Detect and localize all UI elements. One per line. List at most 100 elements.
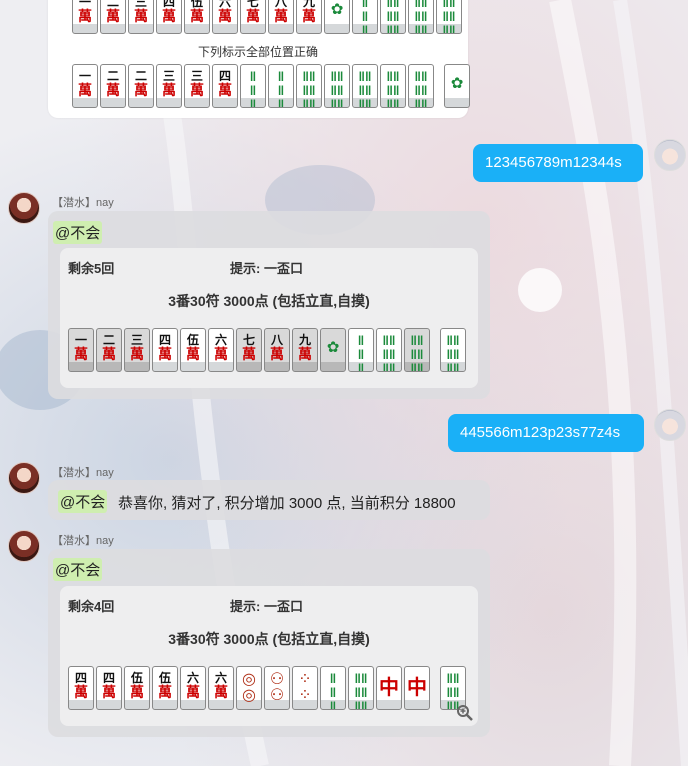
mahjong-tile: 一萬 [68,328,94,372]
tile-bamboo-icon: ‖ ‖ ‖ [277,69,285,108]
mahjong-result-card: 一萬二萬三萬四萬伍萬六萬七萬八萬九萬 ✿ ‖ ‖ ‖ ‖‖ ‖‖ ‖‖ ‖‖ ‖‖ ‖‖ ‖‖ ‖‖ ‖‖… [48,0,470,118]
tile-number: 二 [106,69,119,83]
game-panel: 剩余4回 提示: 一盃口 3番30符 3000点 (包括立直,自摸) 四萬四萬伍… [60,586,478,726]
mahjong-tile: ‖‖ ‖‖ ‖‖ [296,64,322,108]
tile-suit: 萬 [106,9,120,25]
tile-number: 伍 [186,333,199,347]
tile-bird-icon: ✿ [330,1,344,18]
my-message-bubble[interactable]: 123456789m12344s [473,144,643,182]
tile-number: 三 [130,333,143,347]
tile-suit: 萬 [274,9,288,25]
mahjong-tile: 三萬 [184,64,210,108]
mahjong-tile: 六萬 [208,328,234,372]
tile-suit: 萬 [214,347,228,363]
bot-avatar[interactable] [8,462,40,494]
tile-bamboo-icon: ‖‖ ‖‖ ‖‖ [414,0,428,34]
my-avatar[interactable] [654,139,686,171]
mahjong-tile: 四萬 [68,666,94,710]
tile-bamboo-icon: ‖ ‖ ‖ [329,671,337,710]
bot-message-bubble: @不会 恭喜你, 猜对了, 积分增加 3000 点, 当前积分 18800 [48,480,490,520]
tile-suit: 萬 [218,9,232,25]
tile-bamboo-icon: ‖ ‖ ‖ [357,333,365,372]
tile-bamboo-icon: ‖‖ ‖‖ ‖‖ [358,69,372,108]
hand-tiles: 四萬四萬伍萬伍萬六萬六萬 ◎ ◎ ⚇ ⚇ ⁘ ⁘ ‖ ‖ ‖ ‖‖ ‖‖ ‖‖ 中中 ‖‖ ‖‖ ‖‖ [68,666,468,710]
tile-suit: 萬 [78,9,92,25]
tile-bamboo-icon: ‖‖ ‖‖ ‖‖ [386,69,400,108]
mention-tag[interactable]: @不会 [53,221,103,244]
mahjong-tile: 三萬 [128,0,154,34]
tile-number: 一 [74,333,87,347]
my-message-bubble[interactable]: 445566m123p23s77z4s [448,414,644,452]
mahjong-tile: 六萬 [212,0,238,34]
bot-avatar[interactable] [8,530,40,562]
mahjong-tile: ‖‖ ‖‖ ‖‖ [348,666,374,710]
mahjong-tile: ✿ [320,328,346,372]
mahjong-tile: ‖ ‖ ‖ [352,0,378,34]
tile-number: 六 [218,0,231,9]
hand-tiles: 一萬二萬三萬四萬伍萬六萬七萬八萬九萬 ✿ ‖ ‖ ‖ ‖‖ ‖‖ ‖‖ ‖‖ ‖‖ ‖‖ ‖‖ ‖‖ ‖‖ [68,328,468,372]
mahjong-tile: ‖‖ ‖‖ ‖‖ [352,64,378,108]
tile-row-correct: 一萬二萬二萬三萬三萬四萬 ‖ ‖ ‖ ‖ ‖ ‖ ‖‖ ‖‖ ‖‖ ‖‖ ‖‖ ‖‖ ‖‖ ‖‖ ‖‖ ‖‖ ‖‖… [72,64,472,108]
mahjong-tile: ‖ ‖ ‖ [320,666,346,710]
tile-number: 八 [274,0,287,9]
mahjong-tile: 八萬 [264,328,290,372]
remaining-rounds: 剩余4回 [68,599,115,614]
tile-suit: 萬 [134,83,148,99]
bot-message-bubble: @不会 剩余4回 提示: 一盃口 3番30符 3000点 (包括立直,自摸) 四… [48,549,490,737]
tile-bamboo-icon: ‖‖ ‖‖ ‖‖ [386,0,400,34]
mention-tag[interactable]: @不会 [53,558,103,581]
tile-number: 七 [242,333,255,347]
tile-number: 六 [186,671,199,685]
mahjong-tile: 四萬 [212,64,238,108]
tile-dragon: 中 [379,675,399,699]
tile-number: 六 [214,333,227,347]
tile-number: 六 [214,671,227,685]
tile-number: 七 [246,0,259,9]
mahjong-tile: 伍萬 [152,666,178,710]
tile-number: 四 [162,0,175,9]
mahjong-tile: 六萬 [208,666,234,710]
mahjong-tile: 七萬 [240,0,266,34]
mahjong-tile: 九萬 [292,328,318,372]
tile-suit: 萬 [130,685,144,701]
tile-suit: 萬 [78,83,92,99]
tile-number: 伍 [130,671,143,685]
tile-number: 伍 [190,0,203,9]
tile-suit: 萬 [74,685,88,701]
mahjong-tile: 伍萬 [184,0,210,34]
tile-suit: 萬 [130,347,144,363]
mahjong-tile: ✿ [324,0,350,34]
tile-number: 一 [78,0,91,9]
mahjong-tile: ‖‖ ‖‖ ‖‖ [408,0,434,34]
tile-number: 二 [106,0,119,9]
tile-circle-icon: ◎ ◎ [242,671,256,704]
my-message-text: 123456789m12344s [485,154,622,171]
bot-message-bubble: @不会 剩余5回 提示: 一盃口 3番30符 3000点 (包括立直,自摸) 一… [48,211,490,399]
tile-bamboo-icon: ‖‖ ‖‖ ‖‖ [302,69,316,108]
mention-tag[interactable]: @不会 [58,490,108,513]
tile-suit: 萬 [270,347,284,363]
tile-bamboo-icon: ‖‖ ‖‖ ‖‖ [382,333,396,372]
points-line: 3番30符 3000点 (包括立直,自摸) [168,293,370,309]
tile-number: 四 [158,333,171,347]
mahjong-tile: 四萬 [96,666,122,710]
magnifier-plus-icon[interactable] [456,704,474,727]
tile-number: 四 [218,69,231,83]
points-line: 3番30符 3000点 (包括立直,自摸) [168,631,370,647]
mahjong-tile: 九萬 [296,0,322,34]
mahjong-tile: ‖‖ ‖‖ ‖‖ [440,328,466,372]
my-avatar[interactable] [654,409,686,441]
bot-avatar[interactable] [8,192,40,224]
tile-suit: 萬 [162,9,176,25]
mahjong-tile: 伍萬 [124,666,150,710]
tile-suit: 萬 [102,347,116,363]
tile-suit: 萬 [186,685,200,701]
mahjong-tile: ‖ ‖ ‖ [240,64,266,108]
mahjong-tile: ‖‖ ‖‖ ‖‖ [380,0,406,34]
tile-suit: 萬 [214,685,228,701]
hint-text: 提示: 一盃口 [230,261,303,276]
tile-number: 四 [74,671,87,685]
mahjong-tile: 三萬 [124,328,150,372]
tile-number: 四 [102,671,115,685]
mahjong-tile: ‖ ‖ ‖ [348,328,374,372]
